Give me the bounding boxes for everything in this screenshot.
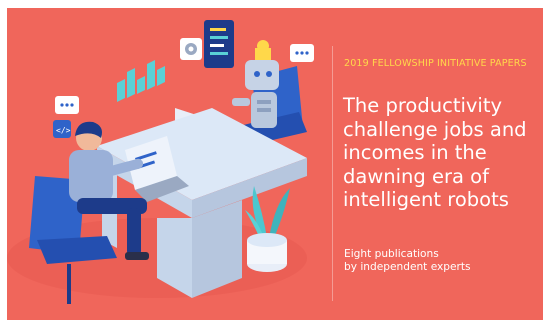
cover-subtitle: Eight publications by independent expert… <box>344 248 534 274</box>
subtitle-line-1: Eight publications <box>344 248 439 260</box>
illustration: </> <box>7 20 314 304</box>
cover-title: The productivity challenge jobs and inco… <box>343 94 527 212</box>
subtitle-line-2: by independent experts <box>344 261 471 274</box>
divider <box>332 46 333 301</box>
series-label: 2019 FELLOWSHIP INITIATIVE PAPERS <box>344 58 527 69</box>
svg-text:</>: </> <box>56 126 71 135</box>
chat-bubble-icon <box>55 96 79 114</box>
chat-bubble-icon <box>290 44 314 62</box>
robot <box>232 40 279 128</box>
gear-icon <box>180 38 202 60</box>
bar-chart-icon <box>117 60 165 102</box>
document-list-icon <box>204 20 234 68</box>
code-icon: </> <box>53 120 71 138</box>
cover-panel: </> 2019 FELLOWSHIP INITIATIVE PAPERS Th… <box>7 8 543 320</box>
